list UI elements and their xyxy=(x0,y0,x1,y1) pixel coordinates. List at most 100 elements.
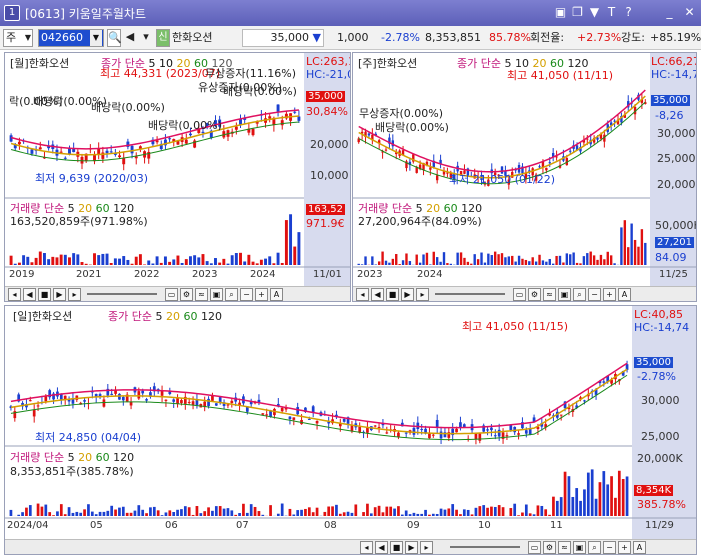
volume-bar xyxy=(644,242,647,265)
volume-bar xyxy=(253,506,257,516)
speaker-icon[interactable]: ◀ xyxy=(123,29,137,47)
volume-bar xyxy=(40,506,44,516)
text-size-icon[interactable]: A xyxy=(618,288,631,301)
candle-body xyxy=(377,426,381,428)
zoom-icon[interactable]: ▭ xyxy=(528,541,541,554)
candle-body xyxy=(102,399,106,407)
volume-bar xyxy=(79,512,83,516)
volume-bar xyxy=(238,513,241,516)
volume-bar xyxy=(640,229,644,265)
volume-bar xyxy=(422,254,425,265)
volume-bar xyxy=(269,505,272,516)
copy-icon[interactable]: ▣ xyxy=(210,288,223,301)
settings-icon[interactable]: ⚙ xyxy=(543,541,556,554)
plus-icon[interactable]: + xyxy=(618,541,631,554)
text-size-icon[interactable]: A xyxy=(270,288,283,301)
candle-body xyxy=(172,399,176,402)
volume-bar xyxy=(598,482,602,516)
text-icon[interactable]: T xyxy=(604,5,619,20)
price-tag: 35,000 xyxy=(634,357,673,368)
volume-bar xyxy=(335,504,338,516)
volume-bar xyxy=(106,510,110,516)
volume-bar xyxy=(552,496,555,516)
copy-icon[interactable]: ▣ xyxy=(573,541,586,554)
zoom-slider[interactable] xyxy=(450,546,520,548)
indicator-icon[interactable]: ≈ xyxy=(543,288,556,301)
minimize-icon[interactable]: _ xyxy=(662,5,677,20)
candle-body xyxy=(293,111,297,113)
scroll-first-button[interactable]: ◂ xyxy=(356,288,369,301)
candle-body xyxy=(130,145,134,154)
volume-bar xyxy=(147,260,151,265)
period-select[interactable]: 주 ▼ xyxy=(3,29,33,47)
stop-button[interactable]: ■ xyxy=(390,541,403,554)
help-icon[interactable]: ? xyxy=(621,5,636,20)
settings-icon[interactable]: ⚙ xyxy=(528,288,541,301)
lc-label: LC:263,1 xyxy=(306,55,351,68)
copy-icon[interactable]: ▣ xyxy=(558,288,571,301)
volume-bar xyxy=(517,515,520,516)
scroll-last-button[interactable]: ▸ xyxy=(416,288,429,301)
plus-icon[interactable]: + xyxy=(255,288,268,301)
pin-icon[interactable]: ▼ xyxy=(587,5,602,20)
play-button[interactable]: ▶ xyxy=(401,288,414,301)
settings-icon[interactable]: ⚙ xyxy=(180,288,193,301)
volume-bar xyxy=(487,253,490,265)
stop-button[interactable]: ■ xyxy=(386,288,399,301)
candle-body xyxy=(118,155,122,158)
volume-bar xyxy=(122,256,126,265)
volume-bar xyxy=(400,514,404,516)
candle-body xyxy=(105,150,109,154)
stock-code-value: 042660 xyxy=(41,31,83,44)
volume-bar xyxy=(582,256,586,265)
volume-bar xyxy=(129,512,133,516)
candle-body xyxy=(214,403,218,406)
stop-button[interactable]: ■ xyxy=(38,288,51,301)
zoom-icon[interactable]: ▭ xyxy=(513,288,526,301)
scroll-prev-button[interactable]: ◀ xyxy=(371,288,384,301)
scroll-first-button[interactable]: ◂ xyxy=(360,541,373,554)
scroll-prev-button[interactable]: ◀ xyxy=(375,541,388,554)
minus-icon[interactable]: − xyxy=(240,288,253,301)
scroll-prev-button[interactable]: ◀ xyxy=(23,288,36,301)
close-icon[interactable]: ✕ xyxy=(682,5,697,20)
history-icon[interactable]: ▾ xyxy=(139,29,153,47)
search-icon[interactable]: ⌕ xyxy=(573,288,586,301)
volume-bar xyxy=(102,511,106,516)
text-size-icon[interactable]: A xyxy=(633,541,646,554)
volume-bar xyxy=(531,257,534,265)
minus-icon[interactable]: − xyxy=(588,288,601,301)
volume-bar xyxy=(218,506,222,516)
zoom-slider[interactable] xyxy=(435,293,505,295)
candle-body xyxy=(30,149,34,154)
volume-bar xyxy=(511,255,514,265)
stock-code-input[interactable]: 042660 ▼ xyxy=(38,29,104,47)
play-button[interactable]: ▶ xyxy=(53,288,66,301)
pct-tag: 30,84% xyxy=(306,105,348,118)
scroll-first-button[interactable]: ◂ xyxy=(8,288,21,301)
zoom-slider[interactable] xyxy=(87,293,157,295)
volume-bar xyxy=(555,500,559,516)
volume-bar xyxy=(315,507,319,516)
window-icon[interactable]: ▣ xyxy=(553,5,568,20)
play-button[interactable]: ▶ xyxy=(405,541,418,554)
search-icon[interactable]: ⌕ xyxy=(588,541,601,554)
volume-pct-tag: 971.9€ xyxy=(306,217,345,230)
scroll-last-button[interactable]: ▸ xyxy=(68,288,81,301)
volume-bar xyxy=(280,262,284,265)
restore-icon[interactable]: ❐ xyxy=(570,5,585,20)
search-icon[interactable]: 🔍 xyxy=(107,29,122,47)
volume-bar xyxy=(381,251,384,265)
indicator-icon[interactable]: ≈ xyxy=(195,288,208,301)
volume-bar xyxy=(21,512,24,516)
minus-icon[interactable]: − xyxy=(603,541,616,554)
event-label: 배당락(0.00%) xyxy=(91,101,165,114)
volume-bar xyxy=(56,511,59,516)
search-icon[interactable]: ⌕ xyxy=(225,288,238,301)
weekly-chart-panel: [주]한화오션 종가 단순 5 10 20 60 120 LC:66,27 HC… xyxy=(352,52,697,302)
volume-bar xyxy=(613,263,616,265)
scroll-last-button[interactable]: ▸ xyxy=(420,541,433,554)
plus-icon[interactable]: + xyxy=(603,288,616,301)
zoom-icon[interactable]: ▭ xyxy=(165,288,178,301)
indicator-icon[interactable]: ≈ xyxy=(558,541,571,554)
